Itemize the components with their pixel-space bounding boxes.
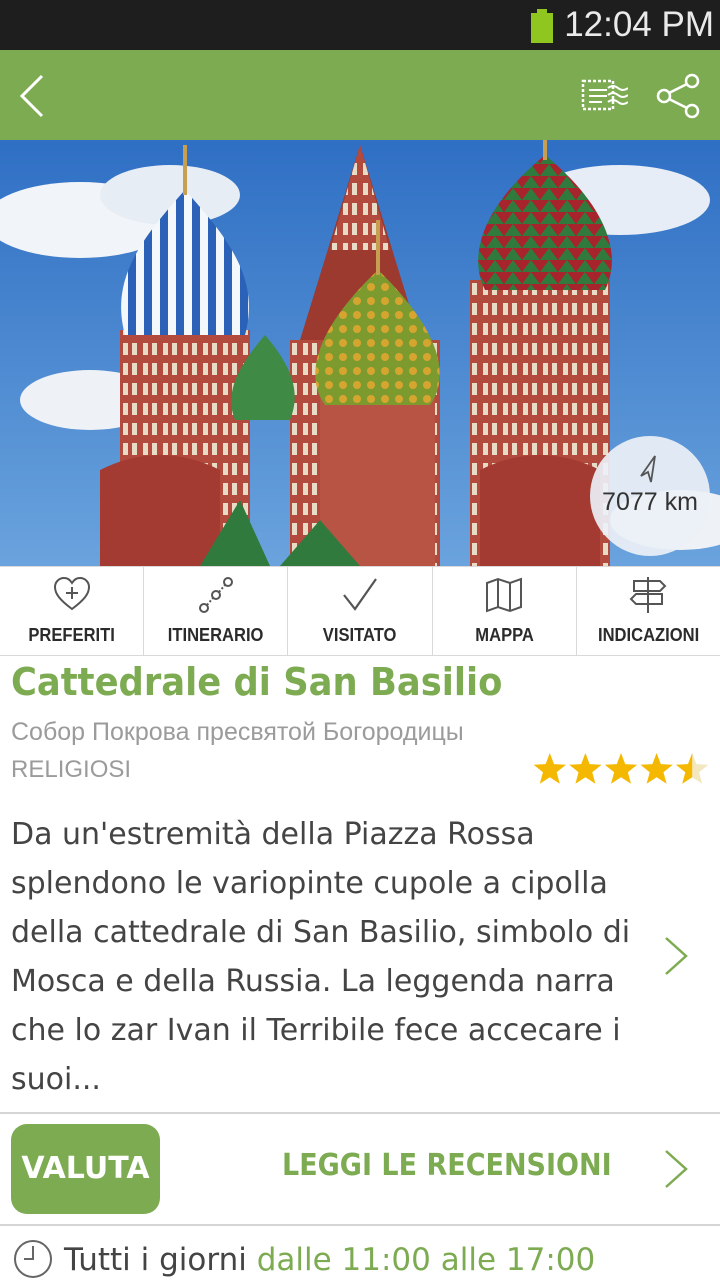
opening-hours: Tutti i giorni dalle 11:00 alle 17:00 <box>64 1242 595 1278</box>
distance-badge[interactable]: 7077 km <box>590 436 710 556</box>
place-title: Cattedrale di San Basilio <box>11 660 503 704</box>
rating-star <box>604 753 638 784</box>
itinerary-button[interactable]: ITINERARIO <box>143 567 287 655</box>
postcard-icon[interactable] <box>580 78 628 114</box>
checkmark-icon <box>343 578 377 611</box>
place-description[interactable]: Da un'estremità della Piazza Rossa splen… <box>11 810 641 1104</box>
app-bar <box>0 50 720 140</box>
favorites-label: PREFERITI <box>28 625 115 645</box>
signpost-icon <box>629 577 667 613</box>
status-bar: 12:04 PM <box>0 0 720 50</box>
itinerary-label: ITINERARIO <box>167 625 264 645</box>
category-label: RELIGIOSI <box>11 756 132 783</box>
opening-time: dalle 11:00 alle 17:00 <box>256 1242 596 1278</box>
rating-star <box>640 753 673 784</box>
back-arrow-icon[interactable] <box>14 72 54 120</box>
distance-value: 7077 km <box>602 488 698 516</box>
rating-star <box>569 753 602 784</box>
visited-label: VISITATO <box>323 625 397 645</box>
status-time: 12:04 PM <box>564 5 714 44</box>
clock-icon <box>14 1240 52 1278</box>
map-label: MAPPA <box>474 625 534 645</box>
native-name: Собор Покрова пресвятой Богородицы <box>11 718 464 746</box>
chevron-right-icon[interactable] <box>662 1147 690 1191</box>
favorites-button[interactable]: PREFERITI <box>0 567 143 655</box>
rate-button[interactable]: VALUTA <box>11 1124 160 1214</box>
navigation-arrow-icon <box>640 455 656 483</box>
read-reviews-link[interactable]: LEGGI LE RECENSIONI <box>282 1148 612 1183</box>
heart-plus-icon <box>53 576 90 611</box>
rating-star <box>533 753 566 784</box>
chevron-right-icon[interactable] <box>662 934 690 978</box>
map-icon <box>486 577 523 613</box>
directions-button[interactable]: INDICAZIONI <box>575 567 720 655</box>
directions-label: INDICAZIONI <box>597 625 700 645</box>
rating-stars <box>533 753 709 784</box>
visited-button[interactable]: VISITATO <box>287 567 431 655</box>
divider <box>0 1224 720 1226</box>
route-icon <box>198 577 233 613</box>
divider <box>0 1112 720 1114</box>
battery-icon <box>531 9 553 43</box>
opening-days: Tutti i giorni <box>64 1242 247 1278</box>
action-bar: PREFERITI ITINERARIO VISITATO MAPPA INDI… <box>0 566 720 656</box>
share-icon[interactable] <box>654 72 702 120</box>
map-button[interactable]: MAPPA <box>431 567 576 655</box>
